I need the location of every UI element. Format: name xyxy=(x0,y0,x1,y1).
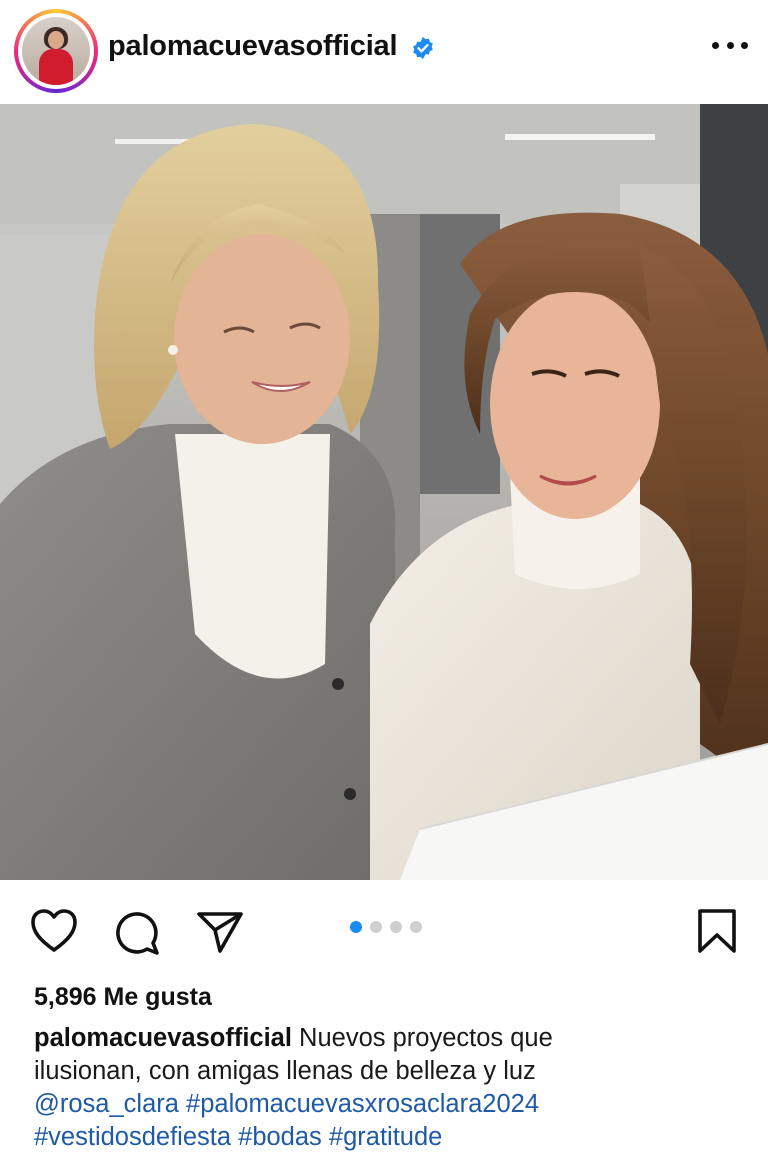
likes-count[interactable]: 5,896 Me gusta xyxy=(34,983,212,1012)
caption-line-1: palomacuevasofficial Nuevos proyectos qu… xyxy=(34,1022,744,1055)
hashtag-link[interactable]: #palomacuevasxrosaclara2024 xyxy=(186,1090,539,1118)
carousel-indicator xyxy=(350,921,422,933)
share-send-icon[interactable] xyxy=(196,910,244,954)
more-dot xyxy=(741,42,748,49)
hashtag-link[interactable]: #gratitude xyxy=(329,1123,442,1151)
carousel-dot xyxy=(410,921,422,933)
caption-line-2: ilusionan, con amigas llenas de belleza … xyxy=(34,1057,536,1085)
post-photo[interactable] xyxy=(0,104,768,880)
avatar-dress xyxy=(39,49,73,85)
story-ring[interactable] xyxy=(14,9,98,93)
caption-username[interactable]: palomacuevasofficial xyxy=(34,1024,292,1052)
more-options-icon[interactable] xyxy=(712,42,748,54)
photo-illustration xyxy=(0,104,768,880)
post-header: palomacuevasofficial xyxy=(0,0,768,100)
hashtag-link[interactable]: #vestidosdefiesta xyxy=(34,1123,231,1151)
avatar[interactable] xyxy=(22,17,90,85)
carousel-dot-active xyxy=(350,921,362,933)
carousel-dot xyxy=(390,921,402,933)
mention-link[interactable]: @rosa_clara xyxy=(34,1090,179,1118)
avatar-border xyxy=(18,13,94,89)
bookmark-save-icon[interactable] xyxy=(696,908,738,954)
more-dot xyxy=(712,42,719,49)
like-heart-icon[interactable] xyxy=(30,908,78,954)
post-username[interactable]: palomacuevasofficial xyxy=(108,30,398,63)
caption-line-4: #vestidosdefiesta #bodas #gratitude xyxy=(34,1121,744,1154)
post-caption: palomacuevasofficial Nuevos proyectos qu… xyxy=(34,1022,744,1154)
caption-text-1: Nuevos proyectos que xyxy=(291,1024,553,1052)
post-actions xyxy=(0,880,768,980)
caption-line-3: @rosa_clara #palomacuevasxrosaclara2024 xyxy=(34,1088,744,1121)
carousel-dot xyxy=(370,921,382,933)
comment-icon[interactable] xyxy=(114,910,160,956)
avatar-face xyxy=(48,31,64,49)
more-dot xyxy=(726,42,734,49)
hashtag-link[interactable]: #bodas xyxy=(238,1123,322,1151)
verified-badge-icon xyxy=(413,37,433,59)
